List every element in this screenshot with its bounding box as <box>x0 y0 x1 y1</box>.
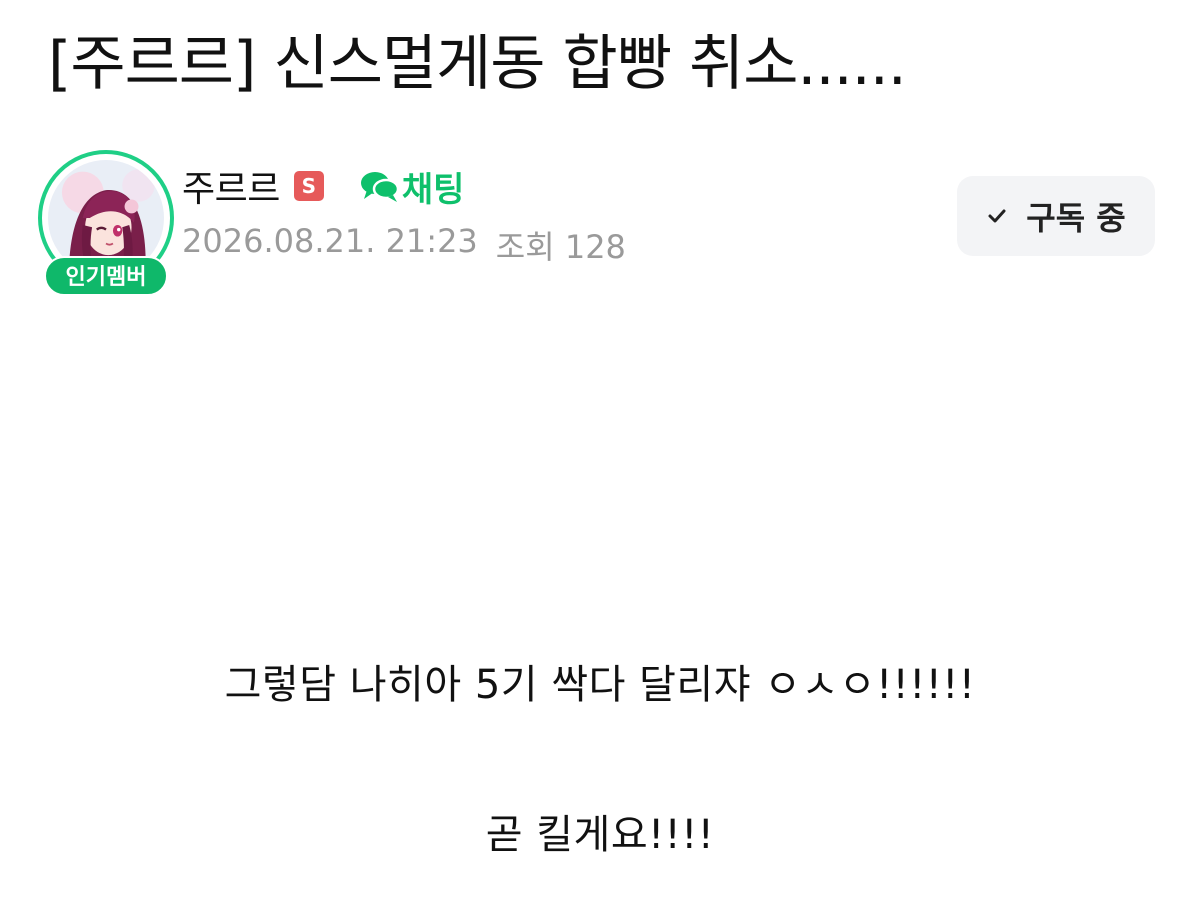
chat-bubbles-icon <box>360 172 400 202</box>
author-avatar[interactable]: 인기멤버 <box>38 150 174 300</box>
view-count: 조회 128 <box>495 228 626 266</box>
post-title: [주르르] 신스멀게동 합빵 취소...... <box>48 29 907 99</box>
staff-badge-icon: S <box>293 171 324 201</box>
post-body-line: 그렇담 나히아 5기 싹다 달리쟈 ㅇㅅㅇ!!!!!! <box>224 662 976 708</box>
author-row: 주르르 S 채팅 <box>182 158 464 214</box>
post-date: 2026.08.21. 21:23 <box>182 222 478 260</box>
chat-button[interactable]: 채팅 <box>360 162 465 211</box>
popular-member-badge: 인기멤버 <box>44 256 168 296</box>
subscribe-button[interactable]: 구독 중 <box>957 176 1155 256</box>
post-body-line: 곧 킬게요!!!! <box>485 812 715 858</box>
post-page: [주르르] 신스멀게동 합빵 취소...... 인기멤버 주르르 S 채팅 20… <box>0 0 1200 922</box>
chat-label: 채팅 <box>401 169 465 210</box>
check-icon <box>988 209 1006 223</box>
subscribe-label: 구독 중 <box>1026 199 1126 237</box>
author-name[interactable]: 주르르 <box>182 160 280 212</box>
post-meta: 2026.08.21. 21:23 조회 128 <box>182 222 626 268</box>
